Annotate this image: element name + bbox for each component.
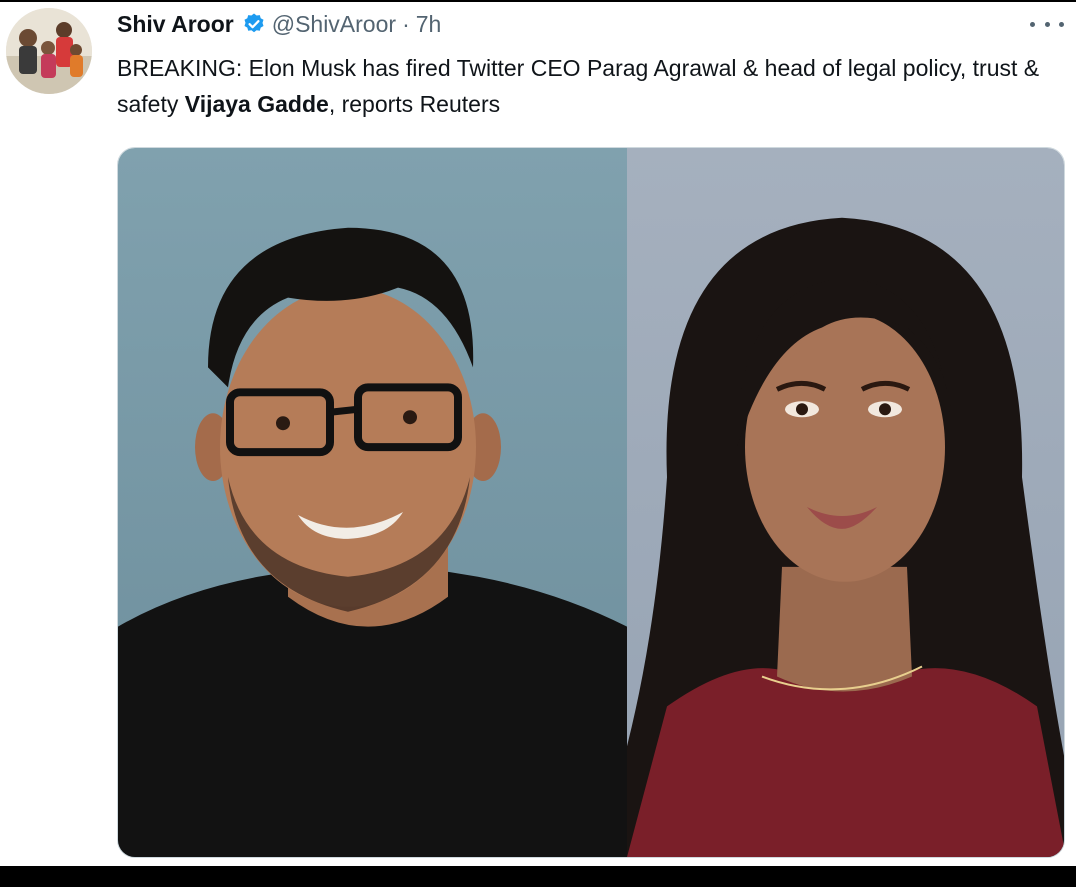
more-dot (1059, 21, 1064, 27)
avatar-photo (6, 8, 92, 94)
more-options-icon[interactable] (1030, 12, 1064, 36)
tweet-timestamp[interactable]: 7h (416, 11, 442, 38)
media-photo-left[interactable] (118, 148, 627, 857)
tweet-header: Shiv Aroor @ShivAroor · 7h (117, 8, 441, 40)
author-display-name[interactable]: Shiv Aroor (117, 11, 234, 38)
more-dot (1044, 21, 1050, 27)
author-avatar[interactable] (6, 8, 92, 94)
tweet-text-bold-name: Vijaya Gadde (184, 91, 329, 117)
tweet-text: BREAKING: Elon Musk has fired Twitter CE… (117, 50, 1067, 122)
bottom-bar (0, 866, 1076, 887)
tweet[interactable]: Shiv Aroor @ShivAroor · 7h BREAKING: Elo… (0, 0, 1076, 866)
media-photo-right[interactable] (627, 148, 1064, 857)
tweet-media[interactable] (117, 147, 1065, 858)
woman-portrait-photo (627, 148, 1064, 857)
man-portrait-photo (118, 148, 627, 857)
tweet-text-part2: , reports Reuters (328, 91, 501, 117)
verified-badge-icon (242, 12, 266, 36)
more-dot (1030, 21, 1035, 27)
separator-dot: · (402, 10, 410, 37)
author-handle[interactable]: @ShivAroor (272, 11, 396, 38)
